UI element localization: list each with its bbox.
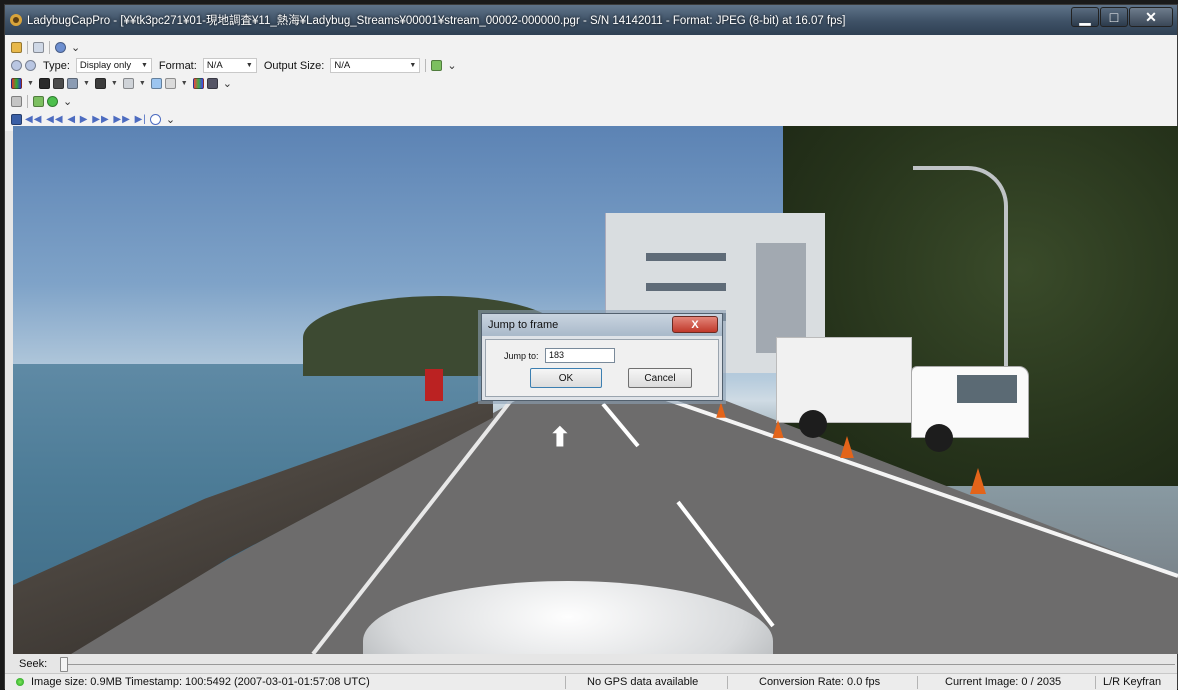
truck-windshield (957, 375, 1017, 403)
camera-icon[interactable] (94, 78, 106, 89)
current-image-status: Current Image: 0 / 2035 (945, 676, 1062, 688)
panorama-view-icon[interactable] (38, 78, 50, 89)
toolbar-row-output: Type: Display only ▼ Format: N/A ▼ Outpu… (11, 57, 457, 74)
road-arrow-marking: ⬆ (549, 422, 571, 452)
chevron-down-icon[interactable]: ▼ (139, 80, 146, 87)
seek-label: Seek: (19, 658, 48, 670)
chevron-down-icon: ▼ (245, 62, 253, 69)
cancel-button[interactable]: Cancel (628, 368, 692, 388)
window-title: LadybugCapPro - [¥¥tk3pc271¥01-現地調査¥11_熱… (27, 15, 846, 27)
status-divider (917, 676, 918, 689)
conversion-rate-status: Conversion Rate: 0.0 fps (759, 676, 881, 688)
ladybug-app-icon (10, 14, 22, 26)
color-palette-icon[interactable] (192, 78, 204, 89)
open-folder-icon[interactable] (11, 42, 22, 53)
stop-record-icon[interactable] (25, 60, 36, 71)
dome-view-icon[interactable] (52, 78, 64, 89)
building-window (646, 253, 726, 261)
jump-to-label: Jump to: (504, 351, 539, 361)
format-select-value: N/A (206, 60, 223, 71)
toolbar-separator (49, 41, 50, 54)
image-info-status: Image size: 0.9MB Timestamp: 100:5492 (2… (31, 676, 370, 688)
truck-wheel (925, 424, 953, 452)
chevron-down-icon[interactable]: ▼ (181, 80, 188, 87)
gps-globe-icon[interactable] (47, 96, 58, 107)
export-icon[interactable] (431, 60, 443, 71)
output-size-select[interactable]: N/A ▼ (330, 58, 421, 73)
type-select-value: Display only (79, 60, 132, 71)
toolbar-row-file: ⌄ (11, 39, 80, 56)
toolbar-overflow-icon[interactable]: ⌄ (166, 114, 175, 125)
traffic-cone (772, 419, 784, 439)
roadside-sign (425, 369, 443, 401)
toolbar-area: ⌄ Type: Display only ▼ Format: N/A ▼ Out… (5, 35, 1177, 131)
toolbar-overflow-icon[interactable]: ⌄ (63, 96, 72, 107)
chevron-down-icon[interactable]: ▼ (83, 80, 90, 87)
window-controls: ▁ □ ✕ (1071, 7, 1173, 27)
record-icon[interactable] (11, 60, 22, 71)
status-bar: Image size: 0.9MB Timestamp: 100:5492 (2… (5, 673, 1177, 690)
type-select[interactable]: Display only ▼ (75, 58, 152, 73)
ok-button[interactable]: OK (530, 368, 602, 388)
stop-icon[interactable] (11, 96, 22, 107)
status-divider (727, 676, 728, 689)
traffic-cone (840, 435, 854, 459)
seek-slider-thumb[interactable] (60, 657, 68, 672)
chevron-down-icon[interactable]: ▼ (27, 80, 34, 87)
image-icon[interactable] (33, 96, 44, 107)
dialog-close-button[interactable]: X (672, 316, 718, 333)
truck-cargo-box (776, 337, 912, 423)
chevron-down-icon: ▼ (140, 62, 148, 69)
traffic-cone (970, 468, 986, 494)
toolbar-overflow-icon[interactable]: ⌄ (223, 78, 232, 89)
toolbar-separator (27, 41, 28, 54)
truck-wheel (799, 410, 827, 438)
toolbar-separator (425, 59, 427, 72)
dialog-title-bar[interactable]: Jump to frame X (482, 314, 722, 336)
format-select[interactable]: N/A ▼ (202, 58, 257, 73)
jump-to-input[interactable]: 183 (545, 348, 615, 363)
output-size-label: Output Size: (263, 59, 325, 72)
frame-view-icon[interactable] (11, 114, 22, 125)
app-window: LadybugCapPro - [¥¥tk3pc271¥01-現地調査¥11_熱… (4, 4, 1178, 690)
toolbar-overflow-icon[interactable]: ⌄ (447, 60, 456, 71)
blend-icon[interactable] (150, 78, 162, 89)
status-divider (1095, 676, 1096, 689)
dialog-body: Jump to: 183 OK Cancel (485, 339, 719, 397)
building-window (646, 283, 726, 291)
dialog-title: Jump to frame (488, 319, 559, 331)
jump-to-frame-dialog: Jump to frame X Jump to: 183 OK Cancel (481, 313, 723, 401)
toolbar-overflow-icon[interactable]: ⌄ (71, 42, 80, 53)
keyframe-status: L/R Keyfran (1103, 676, 1162, 688)
format-label: Format: (158, 59, 197, 72)
settings-globe-icon[interactable] (55, 42, 66, 53)
title-bar[interactable]: LadybugCapPro - [¥¥tk3pc271¥01-現地調査¥11_熱… (5, 5, 1177, 35)
output-size-select-value: N/A (334, 60, 351, 71)
type-label: Type: (43, 59, 70, 72)
sync-icon[interactable] (164, 78, 176, 89)
close-button[interactable]: ✕ (1129, 7, 1173, 27)
chevron-down-icon: ▼ (409, 62, 417, 69)
jump-to-frame-icon[interactable] (149, 114, 161, 125)
playback-controls[interactable]: ◀◀ ◀◀ ◀ ▶ ▶▶ ▶▶ ▶| (25, 114, 147, 125)
gps-status: No GPS data available (587, 676, 699, 688)
grid-view-icon[interactable] (66, 78, 78, 89)
toolbar-row-view: ▼ ▼ ▼ ▼ ▼ ⌄ (11, 75, 232, 92)
color-mode-icon[interactable] (11, 78, 22, 89)
save-icon[interactable] (33, 42, 44, 53)
window-view-icon[interactable] (122, 78, 134, 89)
maximize-button[interactable]: □ (1100, 7, 1128, 27)
traffic-cone (716, 402, 726, 418)
status-divider (565, 676, 566, 689)
status-led-icon (16, 678, 24, 686)
seek-bar-row: Seek: (5, 656, 1177, 672)
toolbar-row-tools: ⌄ (11, 93, 72, 110)
minimize-button[interactable]: ▁ (1071, 7, 1099, 27)
chevron-down-icon[interactable]: ▼ (111, 80, 118, 87)
toolbar-separator (27, 95, 28, 108)
screenshot-icon[interactable] (206, 78, 218, 89)
seek-track[interactable] (63, 664, 1175, 665)
